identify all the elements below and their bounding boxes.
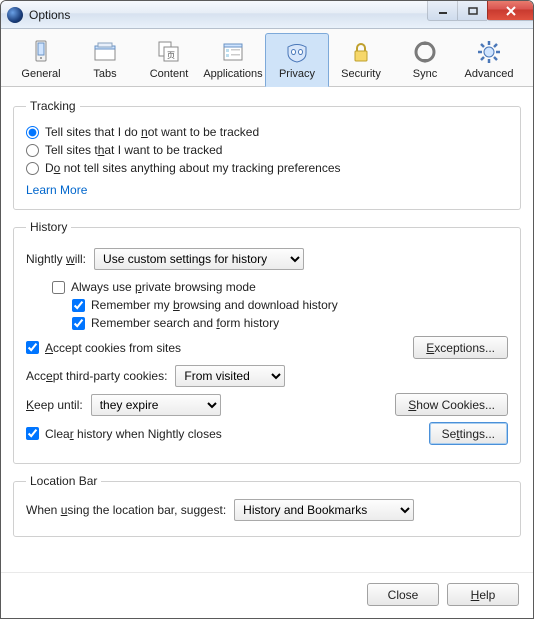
tab-general[interactable]: General xyxy=(9,33,73,86)
tab-advanced[interactable]: Advanced xyxy=(457,33,521,86)
tab-label: Applications xyxy=(203,68,262,80)
minimize-icon xyxy=(438,7,448,15)
radio-do-not-track-label: Tell sites that I do not want to be trac… xyxy=(45,125,259,139)
content-area: Tracking Tell sites that I do not want t… xyxy=(1,87,533,537)
check-accept-cookies[interactable] xyxy=(26,341,39,354)
maximize-button[interactable] xyxy=(457,1,487,21)
check-private-browsing-label: Always use private browsing mode xyxy=(71,280,256,294)
location-bar-legend: Location Bar xyxy=(26,474,101,488)
third-party-label: Accept third-party cookies: xyxy=(26,369,167,383)
tab-label: Content xyxy=(150,68,189,80)
mask-icon xyxy=(284,39,310,65)
location-bar-group: Location Bar When using the location bar… xyxy=(13,474,521,537)
help-button[interactable]: Help xyxy=(447,583,519,606)
minimize-button[interactable] xyxy=(427,1,457,21)
check-clear-on-close[interactable] xyxy=(26,427,39,440)
phone-icon xyxy=(28,39,54,65)
close-icon xyxy=(505,6,517,16)
category-toolbar: General Tabs 页 Content Applications Priv… xyxy=(1,29,533,87)
radio-do-not-track[interactable] xyxy=(26,126,39,139)
tab-label: Advanced xyxy=(465,68,514,80)
radio-no-preference[interactable] xyxy=(26,162,39,175)
tab-security[interactable]: Security xyxy=(329,33,393,86)
window-buttons xyxy=(427,1,533,21)
tab-content[interactable]: 页 Content xyxy=(137,33,201,86)
tab-applications[interactable]: Applications xyxy=(201,33,265,86)
radio-want-tracked[interactable] xyxy=(26,144,39,157)
app-icon xyxy=(7,7,23,23)
applications-icon xyxy=(220,39,246,65)
tracking-group: Tracking Tell sites that I do not want t… xyxy=(13,99,521,210)
keep-until-label: Keep until: xyxy=(26,398,83,412)
svg-text:页: 页 xyxy=(167,51,175,60)
check-remember-search[interactable] xyxy=(72,317,85,330)
window-title: Options xyxy=(29,8,70,22)
check-remember-browsing[interactable] xyxy=(72,299,85,312)
titlebar: Options xyxy=(1,1,533,29)
check-private-browsing[interactable] xyxy=(52,281,65,294)
check-remember-search-label: Remember search and form history xyxy=(91,316,279,330)
tab-label: General xyxy=(21,68,60,80)
suggest-label: When using the location bar, suggest: xyxy=(26,503,226,517)
sync-icon xyxy=(412,39,438,65)
tabs-icon xyxy=(92,39,118,65)
history-mode-label: Nightly will: xyxy=(26,252,86,266)
gear-icon xyxy=(476,39,502,65)
tab-label: Security xyxy=(341,68,381,80)
check-clear-on-close-label: Clear history when Nightly closes xyxy=(45,427,222,441)
content-icon: 页 xyxy=(156,39,182,65)
lock-icon xyxy=(348,39,374,65)
history-group: History Nightly will: Use custom setting… xyxy=(13,220,521,464)
keep-until-select[interactable]: they expire xyxy=(91,394,221,416)
learn-more-link[interactable]: Learn More xyxy=(26,183,87,197)
settings-button[interactable]: Settings... xyxy=(429,422,508,445)
history-mode-select[interactable]: Use custom settings for history xyxy=(94,248,304,270)
tab-privacy[interactable]: Privacy xyxy=(265,33,329,87)
radio-no-preference-label: Do not tell sites anything about my trac… xyxy=(45,161,341,175)
maximize-icon xyxy=(468,7,478,15)
history-legend: History xyxy=(26,220,71,234)
dialog-footer: Close Help xyxy=(1,572,533,618)
tab-label: Privacy xyxy=(279,68,315,80)
tab-label: Sync xyxy=(413,68,437,80)
exceptions-button[interactable]: Exceptions... xyxy=(413,336,508,359)
close-dialog-button[interactable]: Close xyxy=(367,583,439,606)
suggest-select[interactable]: History and Bookmarks xyxy=(234,499,414,521)
radio-want-tracked-label: Tell sites that I want to be tracked xyxy=(45,143,222,157)
third-party-select[interactable]: From visited xyxy=(175,365,285,387)
check-accept-cookies-label: Accept cookies from sites xyxy=(45,341,181,355)
tab-tabs[interactable]: Tabs xyxy=(73,33,137,86)
close-button[interactable] xyxy=(487,1,533,21)
tab-label: Tabs xyxy=(93,68,116,80)
tab-sync[interactable]: Sync xyxy=(393,33,457,86)
tracking-legend: Tracking xyxy=(26,99,80,113)
check-remember-browsing-label: Remember my browsing and download histor… xyxy=(91,298,338,312)
show-cookies-button[interactable]: Show Cookies... xyxy=(395,393,508,416)
